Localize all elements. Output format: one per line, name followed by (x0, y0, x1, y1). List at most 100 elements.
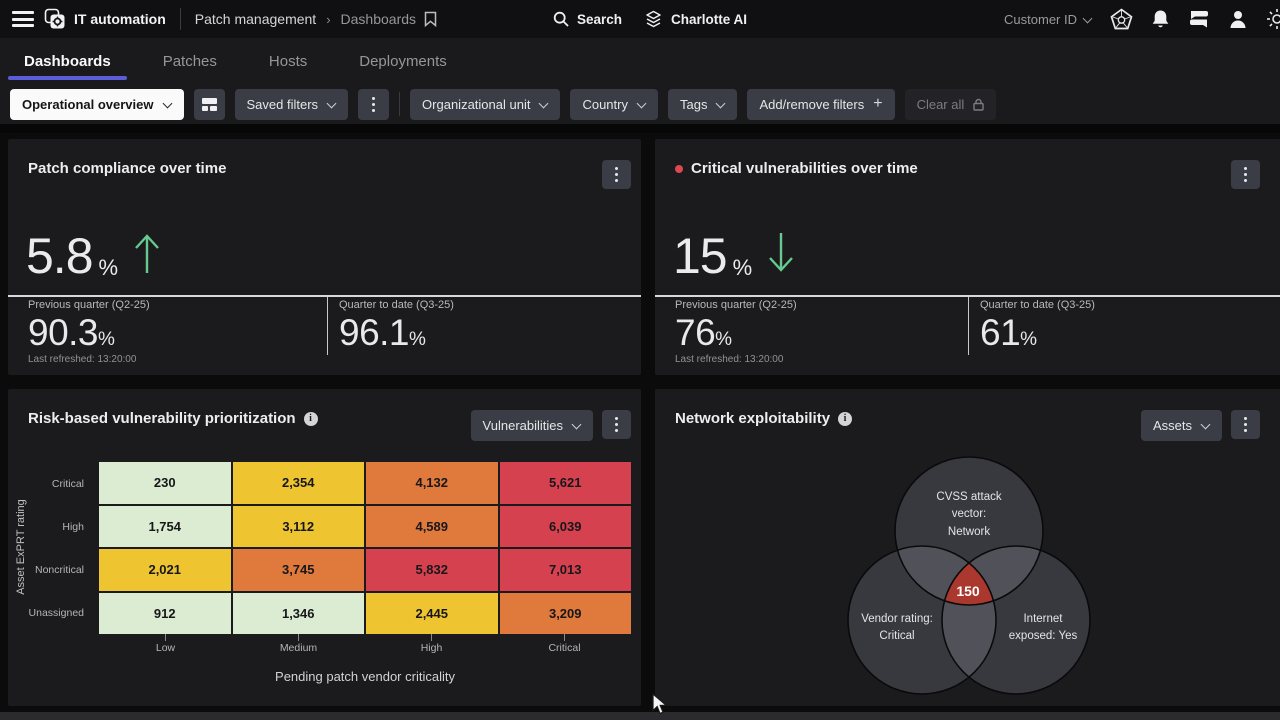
app-title: IT automation (74, 11, 166, 27)
heatmap-cell[interactable]: 3,745 (233, 549, 365, 591)
scope-select[interactable]: Vulnerabilities (471, 410, 593, 441)
charlotte-ai-button[interactable]: Charlotte AI (645, 10, 747, 28)
x-tick (431, 634, 432, 641)
x-tick (564, 634, 565, 641)
card-menu-button[interactable] (602, 410, 631, 439)
chevron-down-icon (637, 100, 646, 109)
topbar-divider (180, 8, 181, 30)
heatmap-cell[interactable]: 6,039 (500, 506, 632, 548)
layout-icon (202, 98, 217, 111)
org-unit-filter[interactable]: Organizational unit (410, 89, 560, 120)
heatmap-cell[interactable]: 2,021 (99, 549, 231, 591)
prev-quarter-value: 76% (675, 314, 797, 351)
x-tick (165, 634, 166, 641)
notifications-bell-icon[interactable] (1151, 9, 1170, 30)
patch-compliance-card: Patch compliance over time 5.8 % Previou… (8, 139, 641, 375)
stats-divider (327, 297, 328, 355)
card-menu-button[interactable] (1231, 160, 1260, 189)
delta-metric: 15 % (673, 231, 796, 281)
heatmap-cell[interactable]: 4,132 (366, 462, 498, 504)
chevron-down-icon (163, 100, 172, 109)
heatmap-row-label: Noncritical (8, 548, 93, 591)
heatmap-cell[interactable]: 5,621 (500, 462, 632, 504)
heatmap-row-label: High (8, 505, 93, 548)
bookmark-icon[interactable] (424, 11, 437, 27)
heatmap-column-label: Critical (498, 642, 631, 654)
card-title: Risk-based vulnerability prioritization (28, 410, 296, 427)
critical-status-dot (675, 165, 683, 173)
info-icon[interactable]: i (838, 412, 852, 426)
theme-brightness-icon[interactable] (1266, 8, 1280, 30)
tab-patches[interactable]: Patches (163, 38, 217, 84)
last-refreshed: Last refreshed: 13:20:00 (675, 354, 783, 365)
app-logo-icon[interactable] (44, 8, 66, 30)
x-tick (298, 634, 299, 641)
venn-diagram[interactable]: CVSS attack vector: Network Vendor ratin… (655, 429, 1280, 699)
heatmap-cell[interactable]: 4,589 (366, 506, 498, 548)
dashboard-view-select[interactable]: Operational overview (10, 89, 184, 120)
country-filter[interactable]: Country (570, 89, 658, 120)
filters-more-button[interactable] (358, 89, 389, 120)
prev-quarter-value: 90.3% (28, 314, 150, 351)
chevron-down-icon (716, 100, 725, 109)
heatmap-cell[interactable]: 2,354 (233, 462, 365, 504)
heatmap-cell[interactable]: 1,754 (99, 506, 231, 548)
heatmap-row-label: Unassigned (8, 591, 93, 634)
prev-quarter-label: Previous quarter (Q2-25) (675, 299, 797, 311)
clear-all-button: Clear all (905, 89, 997, 120)
customer-id-dropdown[interactable]: Customer ID (1004, 12, 1092, 27)
user-profile-icon[interactable] (1228, 9, 1248, 30)
tab-hosts[interactable]: Hosts (269, 38, 307, 84)
risk-heatmap: 2302,3544,1325,621 1,7543,1124,5896,039 2,… (99, 462, 631, 634)
section-tabs: Dashboards Patches Hosts Deployments (0, 38, 1280, 84)
heatmap-cell[interactable]: 912 (99, 593, 231, 635)
filter-divider (399, 92, 400, 116)
info-icon[interactable]: i (304, 412, 318, 426)
heatmap-row-label: Critical (8, 462, 93, 505)
heatmap-cell[interactable]: 3,112 (233, 506, 365, 548)
heatmap-cell[interactable]: 2,445 (366, 593, 498, 635)
delta-metric: 5.8 % (26, 231, 162, 281)
tab-deployments[interactable]: Deployments (359, 38, 447, 84)
messages-icon[interactable] (1188, 10, 1210, 28)
qtd-label: Quarter to date (Q3-25) (980, 299, 1095, 311)
heatmap-cell[interactable]: 230 (99, 462, 231, 504)
plus-icon: + (873, 96, 882, 112)
topbar-right-controls: Customer ID (1004, 0, 1274, 38)
heatmap-cell[interactable]: 1,346 (233, 593, 365, 635)
risk-prioritization-card: Risk-based vulnerability prioritization … (8, 389, 641, 706)
chevron-down-icon (572, 421, 581, 430)
dashboard-layout-button[interactable] (194, 89, 225, 120)
card-title: Critical vulnerabilities over time (691, 160, 918, 177)
saved-filters-dropdown[interactable]: Saved filters (235, 89, 349, 120)
breadcrumb-parent[interactable]: Patch management (195, 11, 316, 27)
venn-set-top-label: CVSS attack vector: Network (936, 489, 1001, 541)
card-title: Patch compliance over time (28, 160, 226, 177)
heatmap-cell[interactable]: 7,013 (500, 549, 632, 591)
add-remove-filters-button[interactable]: Add/remove filters+ (747, 89, 894, 120)
it-automation-dashboard: IT automation Patch management › Dashboa… (0, 0, 1280, 720)
falcon-score-icon[interactable] (1110, 8, 1133, 31)
heatmap-cell[interactable]: 5,832 (366, 549, 498, 591)
next-row-edge (0, 712, 1280, 720)
tab-dashboards[interactable]: Dashboards (24, 38, 111, 84)
chevron-down-icon (327, 100, 336, 109)
heatmap-row-labels: CriticalHighNoncriticalUnassigned (8, 462, 93, 634)
trend-down-arrow-icon (766, 231, 796, 275)
breadcrumb-chevron-icon: › (326, 12, 330, 27)
heatmap-x-axis-title: Pending patch vendor criticality (99, 669, 631, 684)
tags-filter[interactable]: Tags (668, 89, 737, 120)
card-menu-button[interactable] (602, 160, 631, 189)
hamburger-menu-icon[interactable] (12, 11, 34, 27)
critical-vulnerabilities-card: Critical vulnerabilities over time 15 % … (655, 139, 1280, 375)
top-bar: IT automation Patch management › Dashboa… (0, 0, 1280, 38)
qtd-value: 96.1% (339, 314, 454, 351)
venn-set-left-label: Vendor rating: Critical (861, 611, 933, 646)
heatmap-cell[interactable]: 3,209 (500, 593, 632, 635)
heatmap-column-label: Medium (232, 642, 365, 654)
card-title: Network exploitability (675, 410, 830, 427)
network-exploitability-card: Network exploitability i Assets (655, 389, 1280, 706)
search-button[interactable]: Search (553, 11, 622, 27)
trend-up-arrow-icon (132, 231, 162, 275)
chevron-down-icon (539, 100, 548, 109)
